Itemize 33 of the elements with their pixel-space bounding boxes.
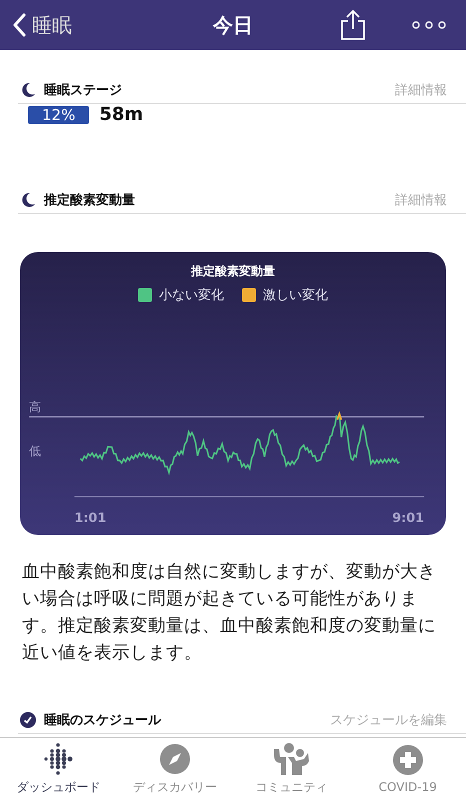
- high-variation-peak: [336, 411, 342, 420]
- axis-label: 1:01: [74, 511, 106, 526]
- legend-label: 激しい変化: [263, 287, 328, 304]
- details-link[interactable]: 詳細情報: [395, 81, 447, 99]
- share-icon[interactable]: [340, 9, 366, 41]
- tab-item[interactable]: コミュニティ: [233, 738, 350, 800]
- compass-icon: [158, 742, 191, 774]
- back-button[interactable]: 睡眠: [12, 12, 72, 38]
- clock-check-icon: [20, 712, 36, 728]
- stage-duration: 58m: [99, 104, 144, 125]
- description-text: 血中酸素飽和度は自然に変動しますが、変動が大きい場合は呼吸に問題が起きている可能性があります。推定酸素変動量は、血中酸素飽和度の変動量に近い値を表示します。: [22, 561, 437, 665]
- section-title: 睡眠のスケジュール: [44, 712, 161, 729]
- back-icon: [12, 13, 26, 37]
- more-icon[interactable]: [412, 20, 446, 30]
- section-title: 推定酸素変動量: [44, 192, 135, 209]
- screen-title: 今日: [212, 12, 254, 38]
- details-link[interactable]: 詳細情報: [395, 191, 447, 209]
- stage-percent-badge: 12%: [28, 106, 90, 124]
- moon-icon: [20, 192, 36, 208]
- section-title: 睡眠ステージ: [44, 82, 122, 99]
- tab-item[interactable]: COVID-19: [350, 738, 466, 800]
- dots-logo-icon: [42, 742, 74, 774]
- tab-item[interactable]: ダッシュボード: [0, 738, 116, 800]
- edit-schedule-link[interactable]: スケジュールを編集: [330, 711, 447, 729]
- people-icon: [272, 742, 310, 774]
- plus-circle-icon: [392, 744, 424, 776]
- moon-icon: [20, 82, 36, 98]
- legend-label: 小ない変化: [159, 287, 224, 304]
- axis-label: 低: [29, 444, 42, 458]
- axis-label: 高: [29, 400, 42, 414]
- axis-label: 9:01: [392, 511, 424, 526]
- tab-item[interactable]: ディスカバリー: [116, 738, 233, 800]
- chart-title: 推定酸素変動量: [191, 263, 275, 280]
